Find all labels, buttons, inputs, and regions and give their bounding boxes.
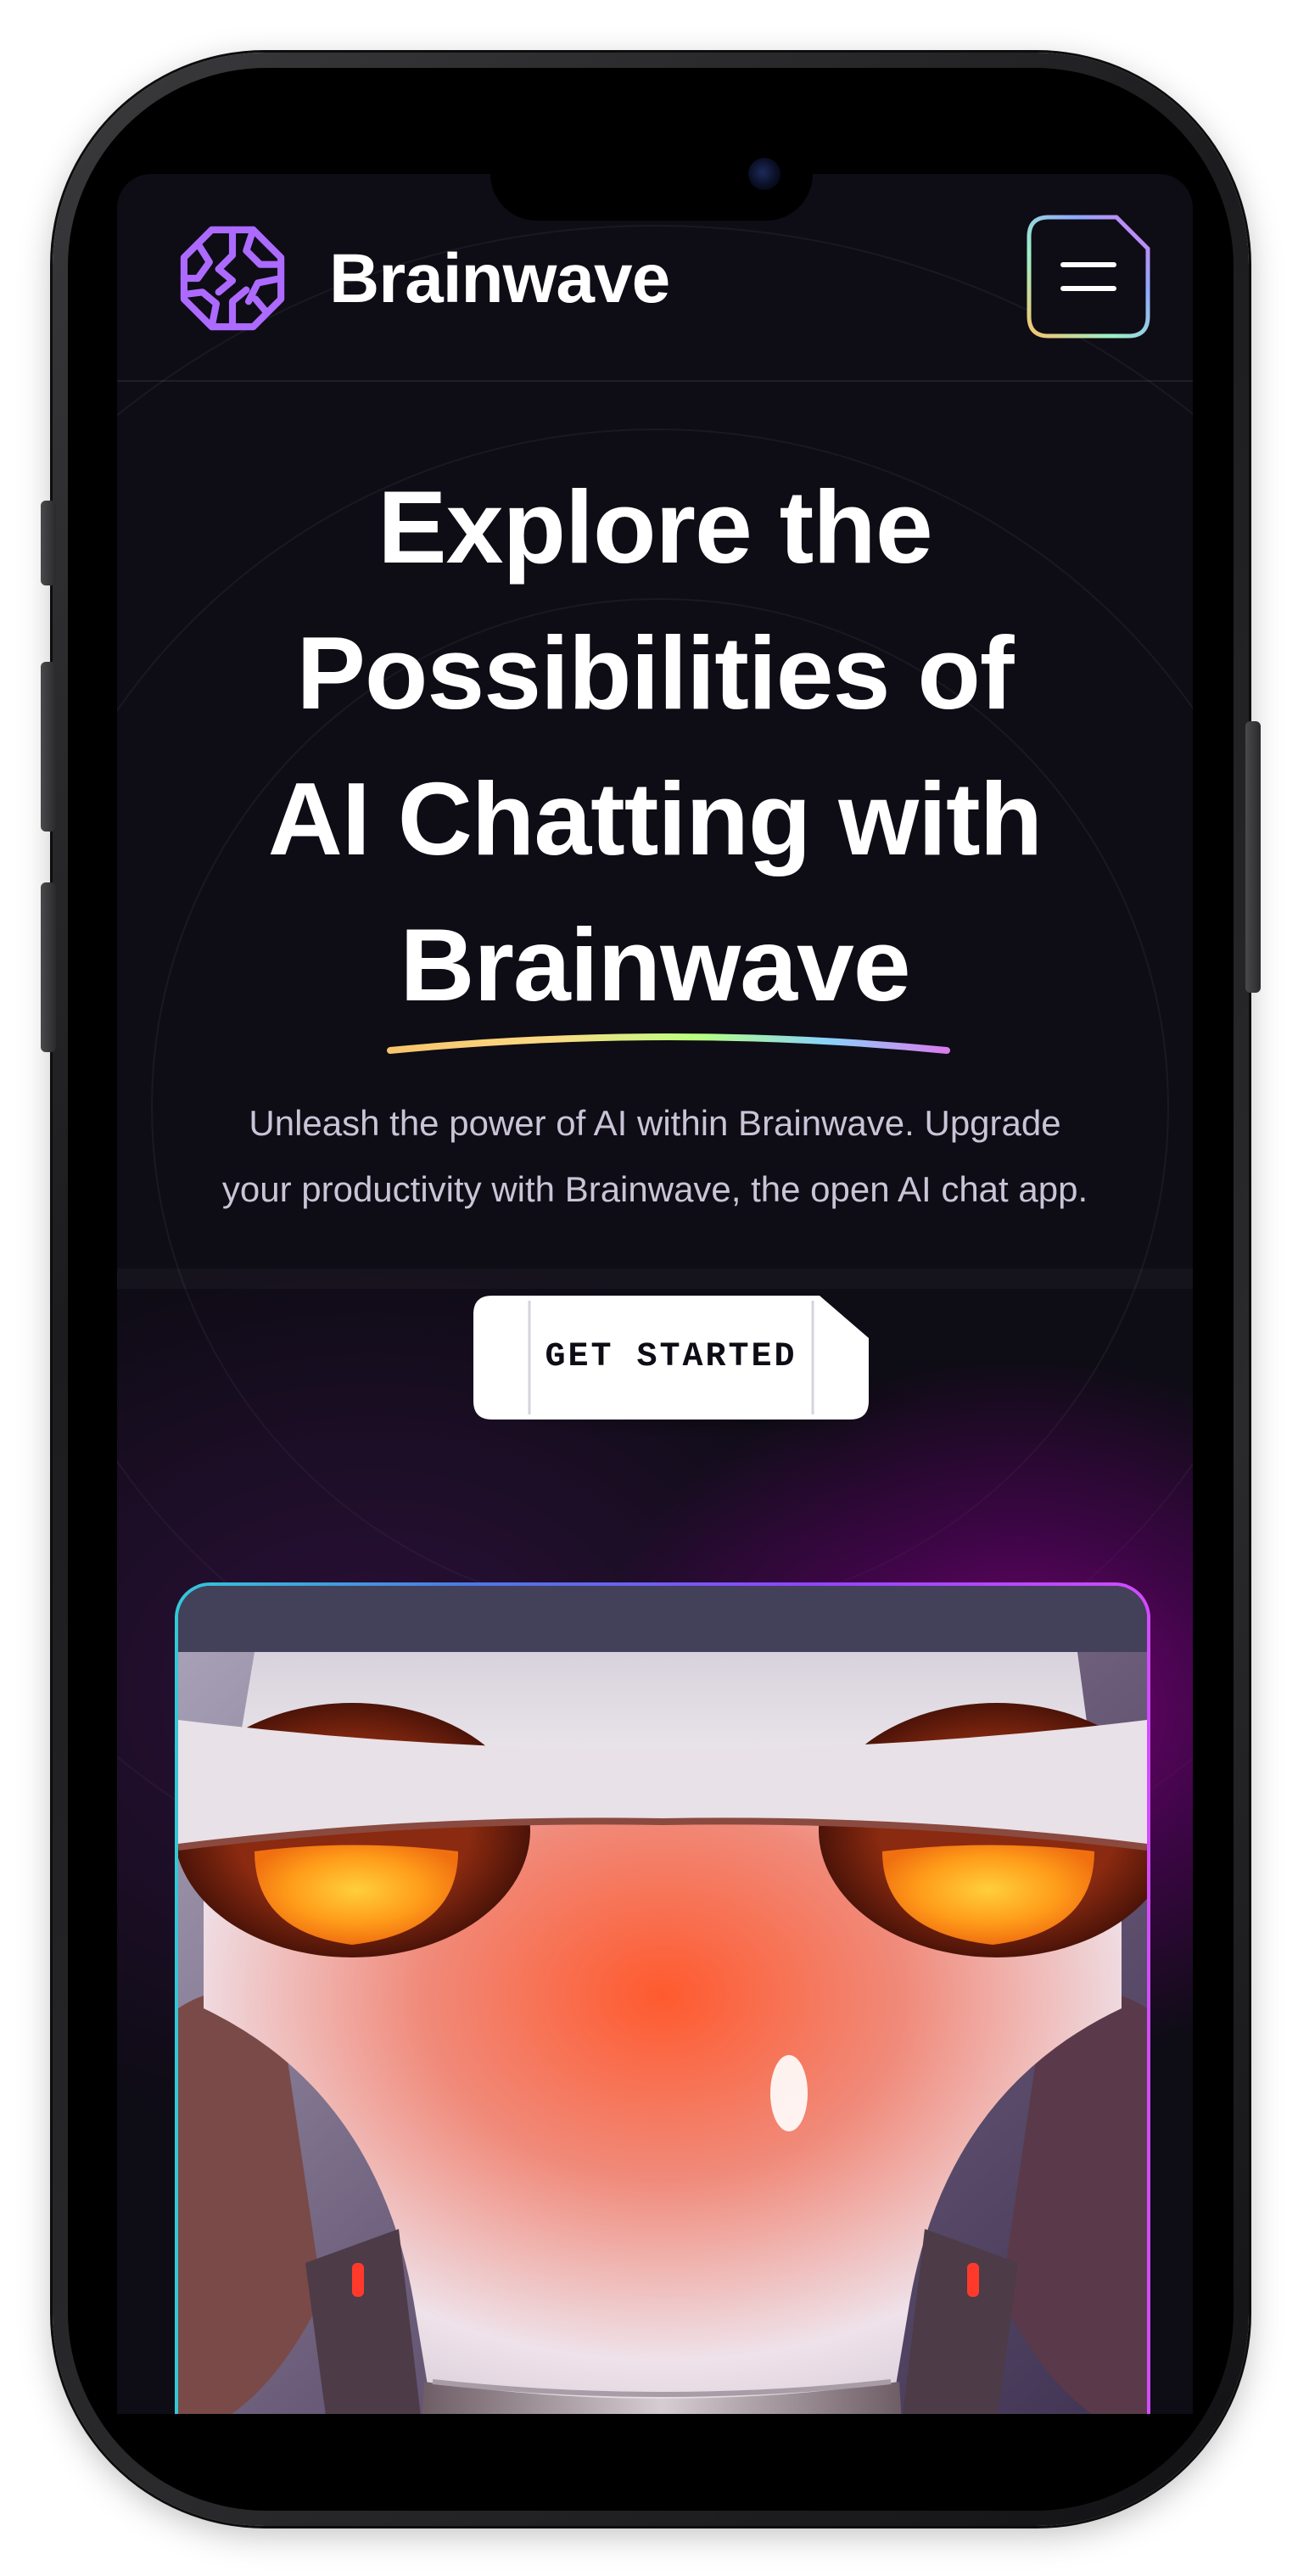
hero-subtitle-line: Unleash the power of AI within Brainwave… — [249, 1103, 1061, 1143]
dynamic-island — [490, 127, 813, 221]
hero-title-line: Possibilities of — [296, 615, 1015, 731]
phone-screen: Brainwave Explore the Possibilities of A… — [117, 174, 1193, 2414]
get-started-button[interactable]: GET STARTED — [472, 1294, 870, 1421]
title-underline-curve — [387, 1033, 950, 1054]
background-band — [117, 1268, 1193, 1289]
hero-subtitle-line: your productivity with Brainwave, the op… — [221, 1169, 1088, 1209]
hero-title: Explore the Possibilities of AI Chatting… — [151, 454, 1159, 1038]
action-button — [41, 501, 56, 585]
hamburger-menu-icon — [1027, 215, 1150, 339]
card-inner — [178, 1586, 1147, 2414]
power-button — [1245, 721, 1261, 993]
hero-title-line: Brainwave — [400, 907, 910, 1022]
brain-icon — [180, 226, 285, 331]
card-top-bar — [178, 1586, 1147, 1652]
robot-image — [178, 1652, 1147, 2414]
front-camera — [748, 158, 780, 190]
volume-up-button — [41, 662, 56, 832]
hero-title-line: Explore the — [378, 469, 932, 585]
hero-image-card — [175, 1582, 1150, 2414]
logo-text: Brainwave — [329, 240, 670, 317]
volume-down-button — [41, 882, 56, 1052]
get-started-label: GET STARTED — [545, 1338, 797, 1376]
hero-subtitle: Unleash the power of AI within Brainwave… — [168, 1090, 1142, 1223]
hero-title-line: AI Chatting with — [267, 761, 1043, 876]
hamburger-menu-button[interactable] — [1027, 215, 1150, 339]
